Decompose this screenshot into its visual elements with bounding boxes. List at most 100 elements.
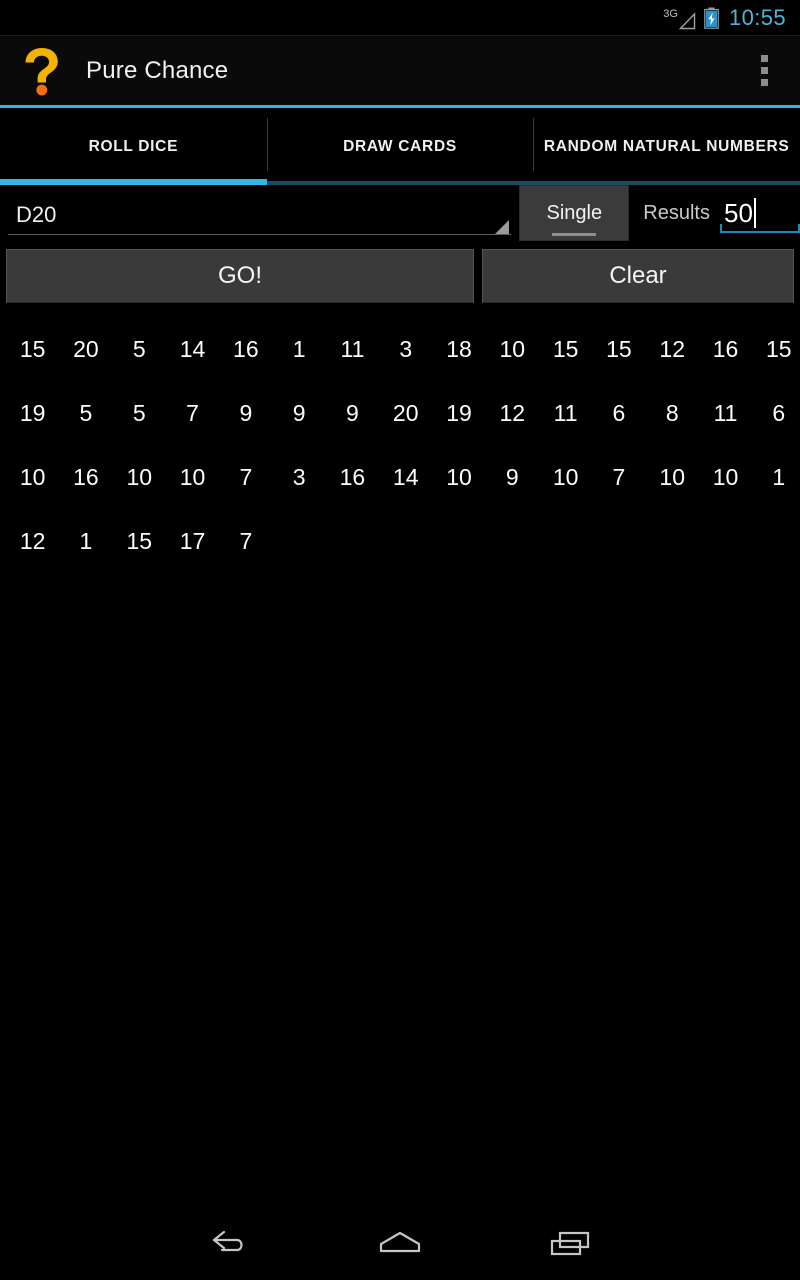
recent-apps-icon[interactable] — [485, 1208, 655, 1280]
tab-random-natural-numbers[interactable]: RANDOM NATURAL NUMBERS — [533, 108, 800, 185]
result-value: 10 — [499, 335, 526, 362]
system-navigation-bar — [0, 1208, 800, 1280]
question-mark-icon — [12, 41, 72, 101]
result-value: 10 — [19, 463, 46, 490]
result-value: 8 — [665, 399, 679, 426]
result-value: 11 — [340, 335, 365, 362]
tab-bar: ROLL DICE DRAW CARDS RANDOM NATURAL NUMB… — [0, 108, 800, 185]
result-value: 14 — [179, 335, 206, 362]
action-bar: Pure Chance — [0, 36, 800, 108]
result-value: 6 — [612, 399, 626, 426]
result-value: 16 — [233, 335, 259, 362]
results-row: 15 20 5 14 16 1 11 3 18 10 15 15 12 16 15 — [6, 317, 794, 381]
signal-triangle-icon — [678, 12, 696, 30]
dice-type-spinner[interactable]: D20 — [8, 187, 512, 243]
result-value: 9 — [505, 463, 519, 490]
result-value: 14 — [392, 463, 419, 490]
battery-charging-icon — [704, 7, 719, 29]
results-count-group: Results 50 — [629, 185, 800, 241]
dice-type-value: D20 — [16, 202, 57, 227]
roll-mode-spinner[interactable]: Single — [519, 185, 630, 241]
overflow-dot — [760, 67, 768, 74]
overflow-menu-icon[interactable] — [750, 46, 778, 96]
result-value: 15 — [606, 335, 632, 362]
result-value: 12 — [659, 335, 685, 362]
app-title: Pure Chance — [86, 56, 229, 84]
back-arrow-icon[interactable] — [145, 1208, 315, 1280]
result-value: 10 — [552, 463, 579, 490]
results-row: 12 1 15 17 7 — [6, 509, 794, 573]
input-underline — [720, 224, 800, 233]
network-type-label: 3G — [663, 8, 678, 20]
status-bar-clock: 10:55 — [728, 5, 786, 30]
go-button[interactable]: GO! — [6, 249, 474, 303]
result-value: 9 — [292, 399, 306, 426]
status-bar: 3G 10:55 — [0, 0, 800, 36]
clear-button[interactable]: Clear — [482, 249, 794, 303]
result-value: 20 — [392, 399, 419, 426]
result-value: 10 — [179, 463, 206, 490]
result-value: 17 — [179, 527, 206, 554]
overflow-dot — [760, 79, 768, 86]
spinner-handle-indicator — [552, 233, 597, 236]
result-value: 3 — [399, 335, 413, 362]
result-value: 10 — [126, 463, 153, 490]
tab-underline — [266, 181, 534, 185]
result-value: 10 — [659, 463, 685, 490]
dropdown-triangle-icon — [495, 220, 510, 234]
result-value: 5 — [132, 399, 146, 426]
results-count-value: 50 — [724, 197, 753, 228]
result-value: 7 — [186, 399, 199, 426]
result-value: 5 — [79, 399, 93, 426]
result-value: 15 — [126, 527, 153, 554]
result-value: 5 — [132, 335, 146, 362]
controls-row: D20 Single Results 50 — [0, 185, 800, 245]
network-indicator: 3G — [663, 7, 696, 30]
result-value: 15 — [552, 335, 579, 362]
roll-mode-value: Single — [546, 201, 603, 224]
result-value: 7 — [239, 527, 253, 554]
text-cursor — [753, 198, 756, 228]
results-row: 10 16 10 10 7 3 16 14 10 9 10 7 10 10 1 — [6, 445, 794, 509]
result-value: 12 — [19, 527, 46, 554]
results-count-input[interactable]: 50 — [720, 189, 800, 237]
result-value: 9 — [239, 399, 253, 426]
result-value: 15 — [19, 335, 46, 362]
overflow-dot — [760, 55, 768, 62]
result-value: 7 — [612, 463, 626, 490]
results-row: 19 5 5 7 9 9 9 20 19 12 11 6 8 11 6 — [6, 381, 794, 445]
result-value: 10 — [446, 463, 472, 490]
result-value: 19 — [446, 399, 472, 426]
go-button-label: GO! — [217, 262, 262, 289]
results-count-label: Results — [643, 201, 710, 224]
result-value: 18 — [446, 335, 472, 362]
result-value: 7 — [239, 463, 253, 490]
result-value: 16 — [712, 335, 739, 362]
home-icon[interactable] — [315, 1208, 485, 1280]
tab-draw-cards[interactable]: DRAW CARDS — [266, 108, 534, 185]
tab-random-natural-numbers-label: RANDOM NATURAL NUMBERS — [543, 137, 790, 155]
action-buttons-row: GO! Clear — [0, 245, 800, 303]
tab-active-underline — [0, 179, 267, 185]
result-value: 10 — [712, 463, 739, 490]
result-value: 11 — [553, 399, 578, 426]
spinner-underline — [8, 234, 512, 235]
result-value: 1 — [79, 527, 93, 554]
tab-draw-cards-label: DRAW CARDS — [343, 137, 457, 155]
result-value: 1 — [772, 463, 786, 490]
result-value: 3 — [292, 463, 306, 490]
result-value: 16 — [73, 463, 99, 490]
result-value: 12 — [499, 399, 526, 426]
tab-roll-dice[interactable]: ROLL DICE — [0, 108, 267, 185]
clear-button-label: Clear — [609, 262, 667, 289]
result-value: 19 — [19, 399, 46, 426]
result-value: 15 — [766, 335, 792, 362]
result-value: 20 — [73, 335, 99, 362]
result-value: 9 — [346, 399, 359, 426]
result-value: 11 — [713, 399, 738, 426]
tab-roll-dice-label: ROLL DICE — [88, 137, 179, 155]
results-grid: 15 20 5 14 16 1 11 3 18 10 15 15 12 16 15 19 5 5 7 9 9 9 20 19 1… — [0, 303, 800, 1280]
result-value: 1 — [292, 335, 306, 362]
app-screen: 3G 10:55 Pure Chance ROLL DICE DRAW CARD… — [0, 0, 800, 1280]
result-value: 16 — [339, 463, 366, 490]
